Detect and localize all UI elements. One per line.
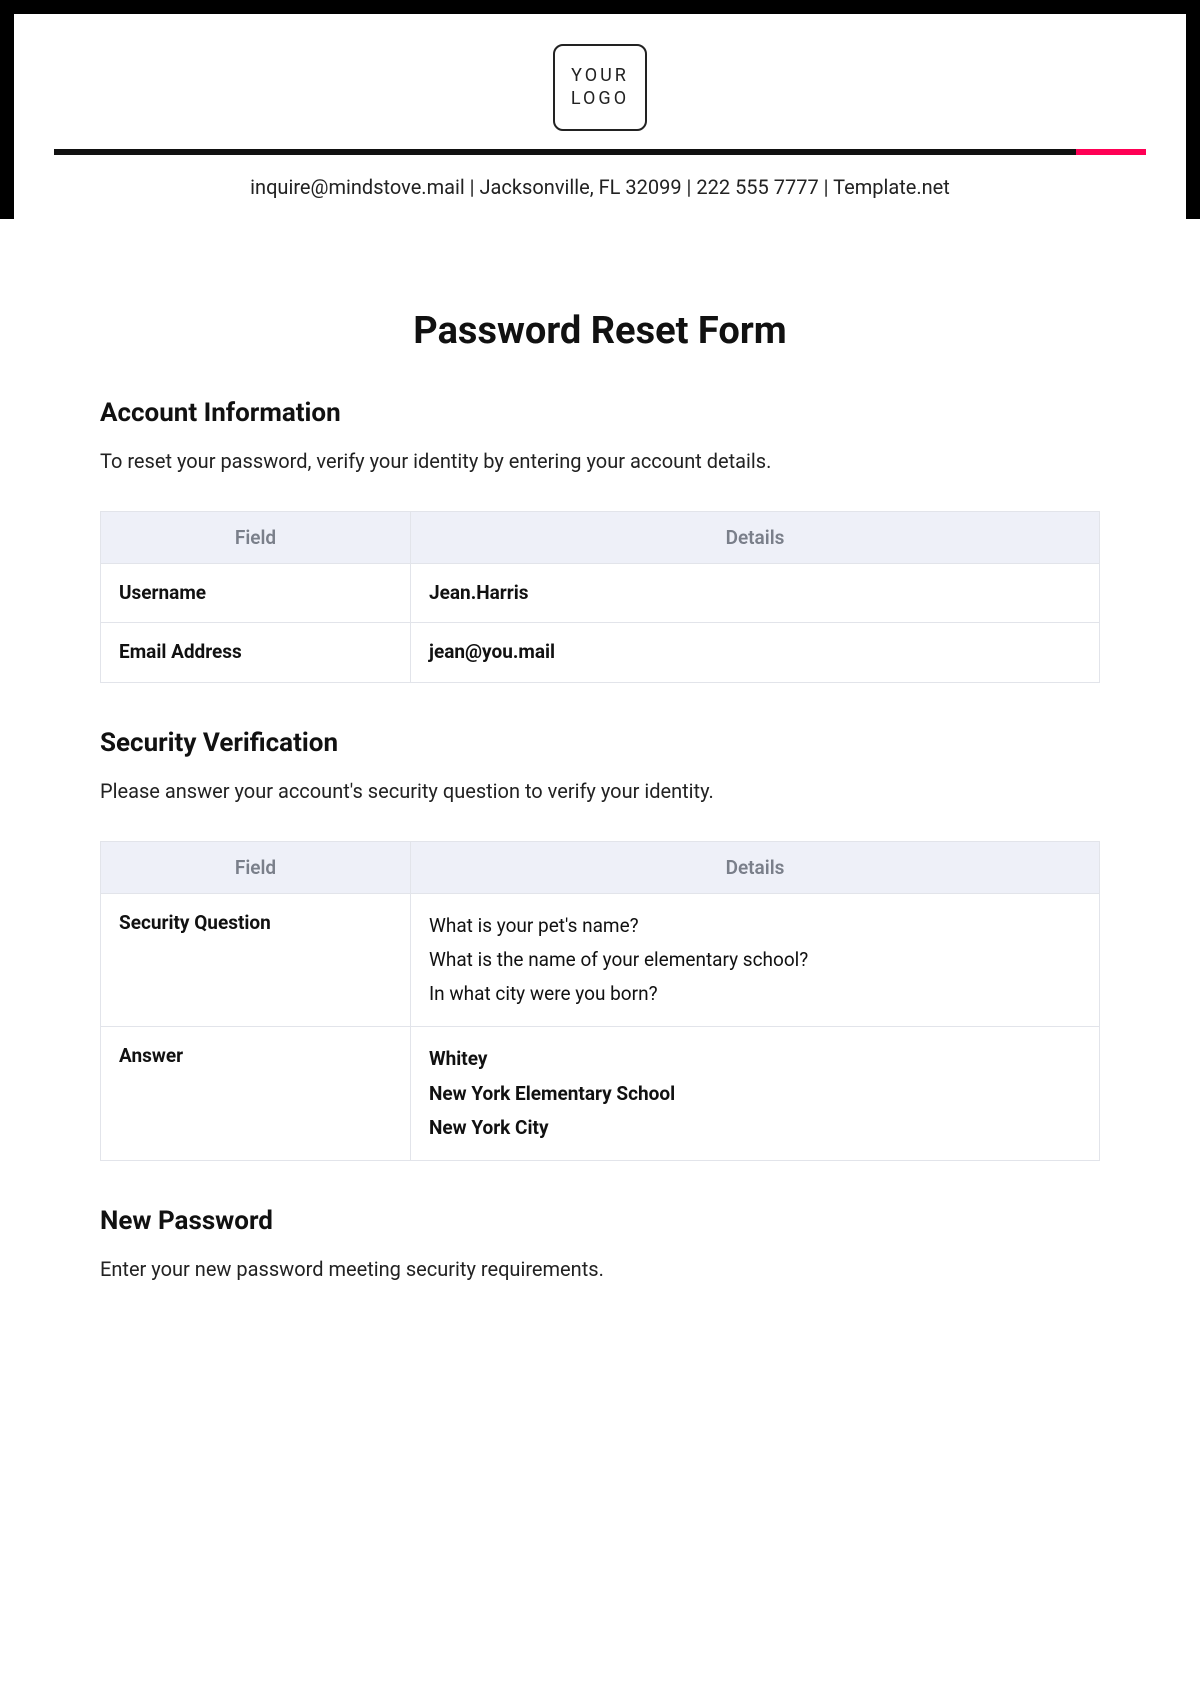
security-table: Field Details Security Question What is … bbox=[100, 841, 1100, 1162]
header-frame: YOUR LOGO inquire@mindstove.mail | Jacks… bbox=[0, 0, 1200, 219]
field-label-email: Email Address bbox=[101, 623, 411, 682]
field-value-security-questions: What is your pet's name? What is the nam… bbox=[411, 893, 1100, 1027]
logo-text-line2: LOGO bbox=[571, 87, 629, 110]
table-header-details: Details bbox=[411, 511, 1100, 563]
new-password-description: Enter your new password meeting security… bbox=[100, 1254, 1100, 1284]
account-info-description: To reset your password, verify your iden… bbox=[100, 446, 1100, 476]
table-row: Security Question What is your pet's nam… bbox=[101, 893, 1100, 1027]
page-title: Password Reset Form bbox=[100, 309, 1100, 353]
table-header-details: Details bbox=[411, 841, 1100, 893]
answer-line: New York City bbox=[429, 1112, 1081, 1144]
header-divider bbox=[54, 149, 1146, 155]
field-value-email: jean@you.mail bbox=[411, 623, 1100, 682]
field-label-security-question: Security Question bbox=[101, 893, 411, 1027]
contact-info: inquire@mindstove.mail | Jacksonville, F… bbox=[54, 175, 1146, 199]
security-description: Please answer your account's security qu… bbox=[100, 776, 1100, 806]
field-value-answers: Whitey New York Elementary School New Yo… bbox=[411, 1027, 1100, 1161]
answer-line: New York Elementary School bbox=[429, 1078, 1081, 1110]
table-row: Email Address jean@you.mail bbox=[101, 623, 1100, 682]
security-question-line: What is your pet's name? bbox=[429, 910, 1081, 942]
table-row: Username Jean.Harris bbox=[101, 563, 1100, 622]
field-label-username: Username bbox=[101, 563, 411, 622]
new-password-heading: New Password bbox=[100, 1206, 1100, 1236]
logo-text-line1: YOUR bbox=[571, 64, 629, 87]
security-question-line: What is the name of your elementary scho… bbox=[429, 944, 1081, 976]
account-info-heading: Account Information bbox=[100, 398, 1100, 428]
security-question-line: In what city were you born? bbox=[429, 978, 1081, 1010]
security-heading: Security Verification bbox=[100, 728, 1100, 758]
field-label-answer: Answer bbox=[101, 1027, 411, 1161]
table-header-field: Field bbox=[101, 511, 411, 563]
table-row: Answer Whitey New York Elementary School… bbox=[101, 1027, 1100, 1161]
answer-line: Whitey bbox=[429, 1043, 1081, 1075]
table-header-field: Field bbox=[101, 841, 411, 893]
logo-placeholder: YOUR LOGO bbox=[553, 44, 647, 131]
field-value-username: Jean.Harris bbox=[411, 563, 1100, 622]
page-content: Password Reset Form Account Information … bbox=[0, 219, 1200, 1360]
account-info-table: Field Details Username Jean.Harris Email… bbox=[100, 511, 1100, 683]
